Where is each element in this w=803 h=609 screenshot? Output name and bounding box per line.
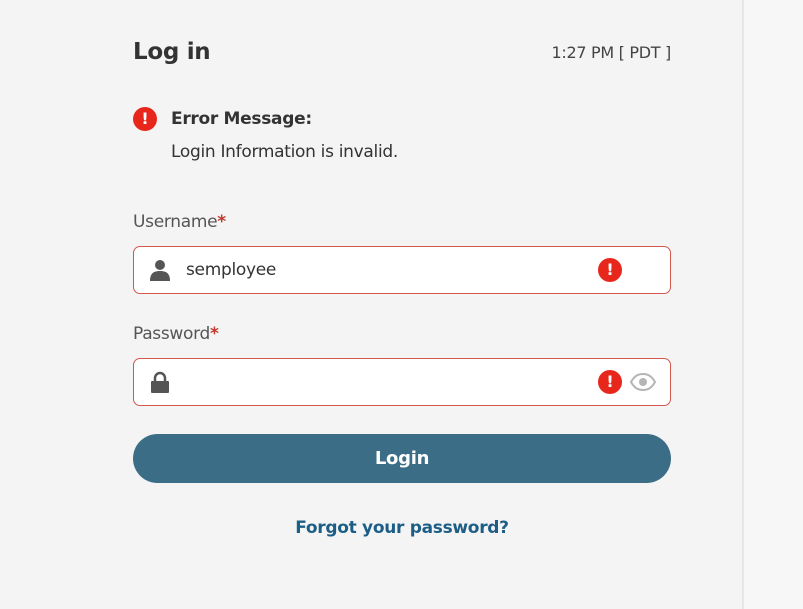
right-pane — [744, 0, 803, 609]
error-header: ! Error Message: — [133, 106, 671, 132]
username-label-text: Username — [133, 212, 218, 232]
username-label: Username* — [133, 212, 226, 232]
error-icon: ! — [133, 107, 157, 131]
forgot-password-link[interactable]: Forgot your password? — [133, 518, 671, 538]
required-mark: * — [210, 324, 219, 344]
password-field[interactable]: ! — [133, 358, 671, 406]
eye-icon[interactable] — [629, 371, 657, 393]
login-header: Log in 1:27 PM [ PDT ] — [133, 36, 671, 68]
lock-icon — [149, 371, 171, 393]
required-mark: * — [217, 212, 226, 232]
error-text: Login Information is invalid. — [171, 142, 398, 162]
username-field[interactable]: ! — [133, 246, 671, 294]
user-icon — [149, 259, 171, 281]
login-page: Log in 1:27 PM [ PDT ] ! Error Message: … — [0, 0, 803, 609]
username-error-icon: ! — [598, 258, 622, 282]
error-message-block: ! Error Message: Login Information is in… — [133, 106, 671, 162]
password-error-icon: ! — [598, 370, 622, 394]
login-button[interactable]: Login — [133, 434, 671, 483]
password-label: Password* — [133, 324, 219, 344]
current-time: 1:27 PM [ PDT ] — [551, 42, 672, 62]
error-title: Error Message: — [171, 109, 312, 129]
password-label-text: Password — [133, 324, 211, 344]
page-title: Log in — [133, 39, 211, 65]
